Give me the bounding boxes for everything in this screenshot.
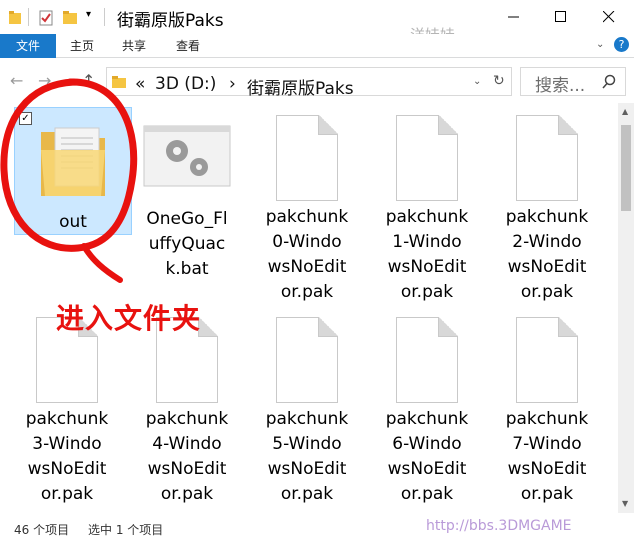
file-label-line: wsNoEdit [27, 459, 107, 479]
file-label-line: pakchunk [25, 409, 109, 429]
file-tile-pak[interactable]: pakchunk 1-Windo wsNoEdit or.pak [368, 115, 486, 305]
maximize-button[interactable] [537, 0, 584, 34]
minimize-icon [507, 16, 519, 18]
maximize-icon [554, 11, 566, 22]
breadcrumb-drive[interactable]: 3D (D:) [155, 74, 216, 94]
pak-file-icon [276, 317, 338, 403]
file-tile-pak[interactable]: pakchunk 2-Windo wsNoEdit or.pak [488, 115, 606, 305]
file-tile-pak[interactable]: pakchunk 3-Windo wsNoEdit or.pak [8, 317, 126, 507]
refresh-icon[interactable]: ↻ [493, 73, 505, 89]
file-tile-pak[interactable]: pakchunk 6-Windo wsNoEdit or.pak [368, 317, 486, 507]
file-label-line: pakchunk [265, 409, 349, 429]
ribbon-expand-icon[interactable]: ⌄ [596, 39, 604, 50]
file-label-line: 4-Windo [152, 434, 222, 454]
file-label-line: or.pak [520, 282, 574, 302]
close-icon [602, 11, 614, 23]
file-label-line: 1-Windo [392, 232, 462, 252]
file-label-line: 0-Windo [272, 232, 342, 252]
pak-file-icon [396, 115, 458, 201]
address-bar[interactable]: « 3D (D:) › 街霸原版Paks ⌄ ↻ [106, 67, 512, 99]
tab-file[interactable]: 文件 [0, 34, 56, 58]
file-label-line: pakchunk [385, 409, 469, 429]
pak-file-icon [396, 317, 458, 403]
red-circle-annotation [0, 78, 138, 283]
scroll-down-icon[interactable]: ▼ [622, 499, 628, 508]
file-label-line: wsNoEdit [147, 459, 227, 479]
minimize-button[interactable] [490, 0, 537, 34]
annotation-text: 进入文件夹 [56, 302, 202, 335]
breadcrumb-folder[interactable]: 街霸原版Paks [247, 74, 354, 99]
file-tile-pak[interactable]: pakchunk 5-Windo wsNoEdit or.pak [248, 317, 366, 507]
file-label-line: or.pak [280, 484, 334, 504]
file-label-line: wsNoEdit [267, 459, 347, 479]
file-label-line: pakchunk [145, 409, 229, 429]
scroll-up-icon[interactable]: ▲ [622, 107, 628, 116]
pak-file-icon [276, 115, 338, 201]
tab-home[interactable]: 主页 [58, 34, 106, 58]
search-placeholder: 搜索... [535, 76, 586, 96]
breadcrumb-separator[interactable]: › [229, 74, 236, 94]
search-icon [602, 74, 616, 89]
folder-small-icon [9, 11, 21, 24]
file-label-line: wsNoEdit [507, 257, 587, 277]
site-watermark: http://bbs.3DMGAME [426, 518, 572, 534]
file-label-line: or.pak [160, 484, 214, 504]
item-count: 46 个项目 [14, 523, 70, 537]
file-tile-pak[interactable]: pakchunk 4-Windo wsNoEdit or.pak [128, 317, 246, 507]
vertical-scrollbar[interactable]: ▲ ▼ [618, 103, 634, 513]
file-label-line: pakchunk [505, 207, 589, 227]
window-title: 街霸原版Paks [117, 11, 224, 31]
file-label-line: pakchunk [505, 409, 589, 429]
file-label-line: 2-Windo [512, 232, 582, 252]
pak-file-icon [516, 317, 578, 403]
pak-file-icon [516, 115, 578, 201]
tab-share[interactable]: 共享 [110, 34, 158, 58]
close-button[interactable] [585, 0, 632, 34]
new-folder-icon[interactable] [62, 9, 78, 27]
address-dropdown-icon[interactable]: ⌄ [473, 76, 481, 87]
file-tile-pak[interactable]: pakchunk 7-Windo wsNoEdit or.pak [488, 317, 606, 507]
title-bar: ▾ 街霸原版Paks 洋娃娃 [0, 0, 634, 44]
selected-count: 选中 1 个项目 [88, 523, 164, 537]
file-label-line: pakchunk [265, 207, 349, 227]
file-label-line: wsNoEdit [267, 257, 347, 277]
tab-view[interactable]: 查看 [164, 34, 212, 58]
file-tile-pak[interactable]: pakchunk 0-Windo wsNoEdit or.pak [248, 115, 366, 305]
file-label-line: 5-Windo [272, 434, 342, 454]
qa-separator [28, 8, 29, 26]
file-label-line: 7-Windo [512, 434, 582, 454]
search-box[interactable]: 搜索... [520, 67, 626, 96]
file-label-line: wsNoEdit [507, 459, 587, 479]
qa-separator [104, 8, 105, 26]
ribbon-tabs: 文件 主页 共享 查看 ⌄ ? [0, 34, 634, 58]
scrollbar-thumb[interactable] [621, 125, 631, 211]
file-label-line: pakchunk [385, 207, 469, 227]
help-icon[interactable]: ? [614, 37, 629, 52]
properties-icon[interactable] [38, 9, 54, 27]
file-label-line: wsNoEdit [387, 257, 467, 277]
file-label-line: or.pak [40, 484, 94, 504]
file-label-line: or.pak [400, 484, 454, 504]
file-label-line: 3-Windo [32, 434, 102, 454]
file-label-line: or.pak [400, 282, 454, 302]
file-label-line: 6-Windo [392, 434, 462, 454]
batch-file-gear-icon [143, 125, 231, 187]
file-label-line: or.pak [280, 282, 334, 302]
file-label-line: wsNoEdit [387, 459, 467, 479]
file-label-line: or.pak [520, 484, 574, 504]
qa-customize-icon[interactable]: ▾ [86, 9, 91, 27]
